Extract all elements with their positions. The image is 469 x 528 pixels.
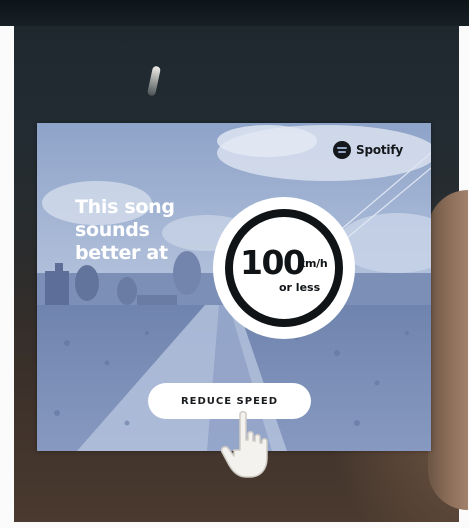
ad-headline: This song sounds better at [75,196,175,264]
brand-name: Spotify [356,143,403,157]
spotify-logo-icon [333,141,351,159]
background-seat [428,190,468,510]
speed-value: 100 [240,243,306,282]
spotify-ad-panel[interactable]: Spotify This song sounds better at 100 k… [37,123,431,451]
hand-pointer-icon [220,411,268,478]
top-dark-strip [0,0,469,28]
speed-qualifier: or less [279,281,321,294]
speed-limit-ring: 100 km/h or less [225,209,343,327]
bottom-border [0,522,469,528]
left-border [0,26,14,528]
speed-unit: km/h [298,257,328,270]
photo-frame: Spotify This song sounds better at 100 k… [0,0,469,528]
brand-lockup: Spotify [333,141,403,159]
speed-limit-badge: 100 km/h or less [213,197,355,339]
